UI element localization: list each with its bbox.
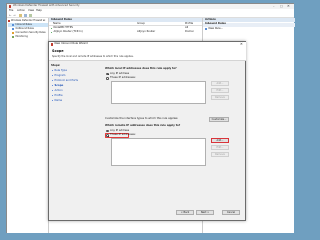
local-remove-button[interactable]: Remove: [211, 95, 229, 100]
step-profile[interactable]: Profile: [51, 94, 91, 98]
step-bullet-icon: [51, 89, 54, 92]
step-label: Rule Type: [54, 68, 67, 72]
menu-view[interactable]: View: [28, 9, 34, 13]
menu-file[interactable]: File: [9, 9, 13, 13]
step-label: Scope: [54, 83, 64, 87]
remote-edit-button[interactable]: Edit...: [211, 145, 229, 150]
new-rule-icon: [205, 27, 208, 30]
wizard-close-icon[interactable]: ✕: [240, 42, 243, 46]
maximize-button[interactable]: □: [280, 4, 283, 8]
local-any-ip-radio[interactable]: [106, 72, 109, 76]
actions-section-label: Inbound Rules: [205, 22, 226, 26]
step-program[interactable]: Program: [51, 74, 91, 78]
remote-these-ip-radio[interactable]: [106, 134, 109, 137]
remote-any-ip-label: Any IP address: [110, 128, 130, 132]
outbound-rules-icon: [12, 27, 15, 30]
tree-label: Outbound Rules: [15, 26, 34, 30]
connection-security-icon: [12, 31, 15, 34]
remote-ip-question: Which remote IP addresses does this rule…: [105, 124, 181, 127]
steps-title: Steps:: [51, 64, 61, 67]
page-title: Scope: [52, 49, 64, 53]
wizard-header: Scope Specify the local and remote IP ad…: [49, 47, 246, 61]
menu-help[interactable]: Help: [36, 9, 42, 13]
remote-these-ip-label: These IP addresses:: [110, 133, 136, 137]
step-bullet-icon: [51, 99, 54, 102]
wizard-icon: [50, 43, 54, 46]
rule-profile: Domai: [185, 30, 194, 34]
step-name[interactable]: Name: [51, 99, 91, 103]
tree-root-label: Windows Defender Firewall wi: [11, 18, 46, 22]
enabled-rule-icon: [50, 27, 53, 30]
interface-types-text: Customize the interface types to which t…: [105, 117, 179, 120]
rule-group: AllJoyn Router: [137, 30, 156, 34]
step-scope[interactable]: Scope: [51, 84, 91, 88]
step-bullet-icon: [51, 69, 54, 72]
toolbar-icon[interactable]: [24, 14, 27, 17]
local-ip-question: Which local IP addresses does this rule …: [105, 67, 177, 70]
tree-item-monitoring[interactable]: Monitoring: [8, 35, 48, 39]
navigation-tree: Windows Defender Firewall wi Inbound Rul…: [7, 18, 49, 233]
toolbar-icon[interactable]: [29, 14, 32, 17]
customize-button[interactable]: Customize...: [209, 117, 229, 122]
rules-pane-title: Inbound Rules: [51, 17, 72, 21]
remote-ip-list[interactable]: [111, 138, 206, 166]
steps-panel: Steps: Rule Type Program Protocol and Po…: [51, 64, 91, 205]
local-these-ip-label: These IP addresses:: [110, 76, 136, 80]
step-bullet-icon: [51, 74, 54, 77]
minimize-button[interactable]: –: [273, 4, 275, 8]
wizard-title: New Inbound Rule Wizard: [54, 42, 88, 46]
step-action[interactable]: Action: [51, 89, 91, 93]
actions-title: Actions: [205, 17, 216, 21]
back-button[interactable]: < Back: [176, 210, 194, 215]
new-inbound-rule-wizard: New Inbound Rule Wizard ✕ Scope Specify …: [48, 41, 246, 221]
step-bullet-icon: [51, 84, 54, 87]
column-name[interactable]: Name: [53, 22, 61, 26]
rule-name: AllJoyn Router (TCP-In): [53, 30, 83, 34]
step-bullet-icon: [51, 79, 54, 82]
local-add-button[interactable]: Add...: [211, 81, 229, 86]
actions-section-header[interactable]: Inbound Rules: [203, 22, 295, 27]
cancel-button[interactable]: Cancel: [222, 210, 240, 215]
local-any-ip-label: Any IP address: [110, 71, 130, 75]
toolbar-icon[interactable]: [19, 14, 22, 17]
close-button[interactable]: ✕: [287, 4, 290, 8]
step-rule-type[interactable]: Rule Type: [51, 69, 91, 73]
remote-any-ip-radio[interactable]: [106, 129, 109, 133]
column-group[interactable]: Group: [137, 22, 145, 26]
firewall-app-icon: [8, 5, 12, 8]
tree-label: Inbound Rules: [15, 22, 32, 26]
column-profile[interactable]: Profile: [185, 22, 193, 26]
action-new-rule[interactable]: New Rule...: [203, 27, 295, 31]
next-button[interactable]: Next >: [196, 210, 214, 215]
step-label: Name: [54, 98, 63, 102]
tree-label: Connection Security Rules: [15, 30, 46, 34]
action-label: New Rule...: [208, 26, 224, 30]
main-window-title: Windows Defender Firewall with Advanced …: [13, 4, 80, 8]
scope-content: Which local IP addresses does this rule …: [105, 62, 245, 207]
table-row[interactable]: AllJoyn Router (TCP-In) AllJoyn Router D…: [49, 30, 202, 35]
step-protocol-and-ports[interactable]: Protocol and Ports: [51, 79, 91, 83]
step-bullet-icon: [51, 94, 54, 97]
menu-action[interactable]: Action: [17, 9, 25, 13]
step-label: Action: [54, 88, 63, 92]
step-label: Program: [54, 73, 66, 77]
page-description: Specify the local and remote IP addresse…: [52, 54, 134, 58]
local-edit-button[interactable]: Edit...: [211, 88, 229, 93]
inbound-rules-icon: [12, 23, 15, 26]
step-label: Profile: [54, 93, 63, 97]
remote-remove-button[interactable]: Remove: [211, 152, 229, 157]
monitoring-icon: [12, 35, 15, 38]
enabled-rule-icon: [50, 31, 53, 34]
local-ip-list[interactable]: [111, 81, 206, 104]
local-these-ip-radio[interactable]: [106, 77, 109, 80]
step-label: Protocol and Ports: [54, 78, 78, 82]
tree-label: Monitoring: [15, 34, 28, 38]
back-arrow-icon[interactable]: ←: [9, 13, 12, 17]
remote-add-button[interactable]: Add...: [211, 138, 229, 143]
forward-arrow-icon[interactable]: →: [13, 13, 16, 17]
